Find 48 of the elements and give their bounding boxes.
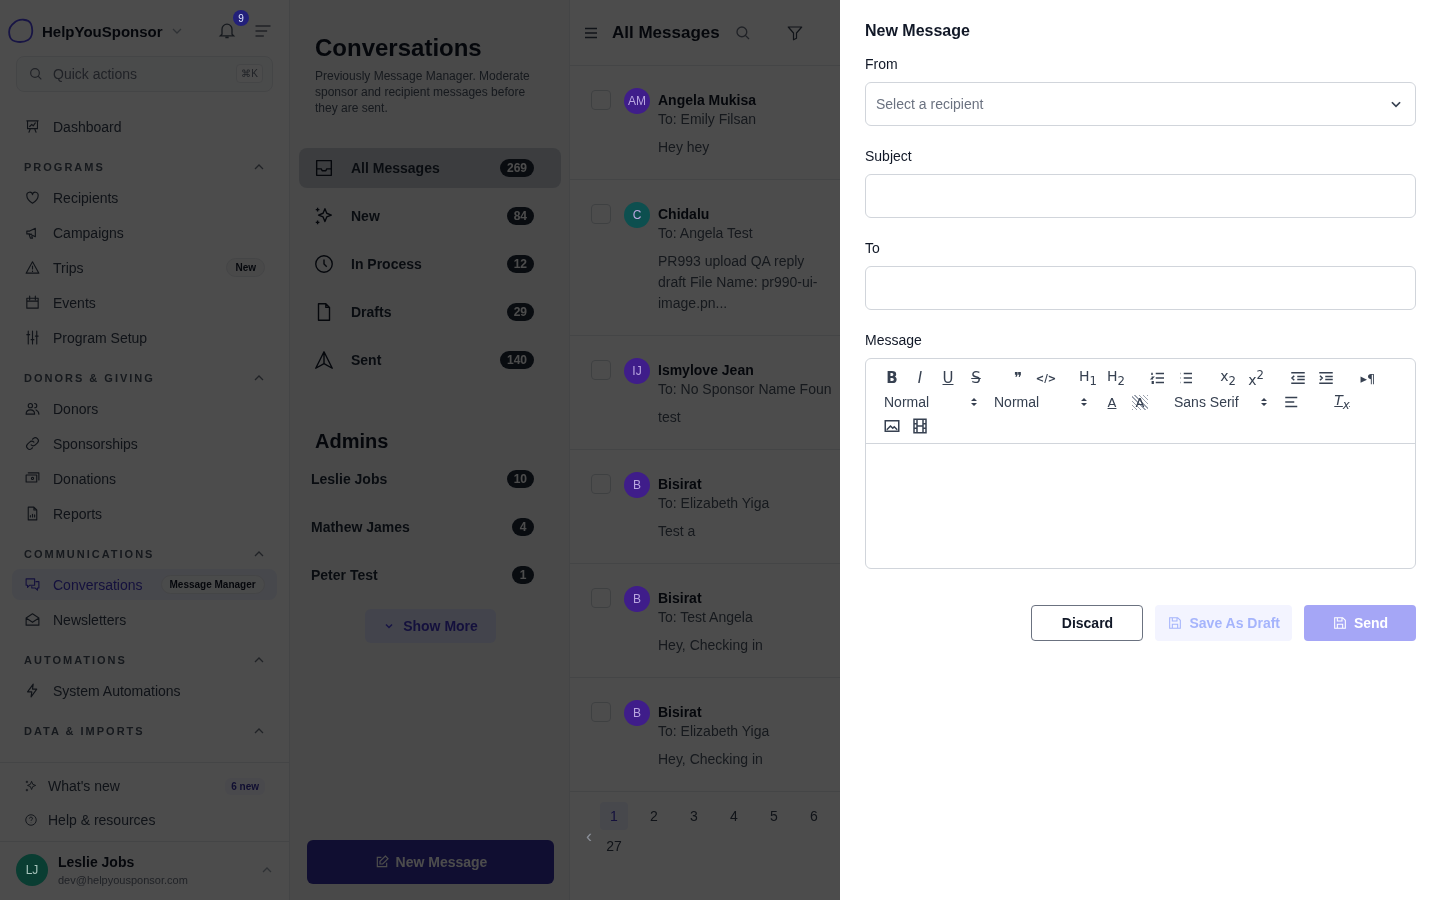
admin-name[interactable]: Peter Test [311,567,378,583]
bold-icon[interactable]: B [878,369,906,387]
subscript-icon[interactable]: x$_{2}$ [1214,368,1242,388]
text-direction-icon[interactable]: ▸¶ [1354,370,1382,386]
field-label: From [865,56,899,72]
indent-icon[interactable] [1317,369,1335,387]
subject-field[interactable] [865,174,1416,218]
discard-button[interactable]: Discard [1031,605,1144,641]
superscript-icon[interactable]: x$^{2}$ [1242,368,1270,388]
list-title: All Messages [612,22,720,43]
field-label: Message [865,332,923,348]
to-field[interactable] [865,266,1416,310]
format-dropdown[interactable]: Normal [878,394,988,410]
background-color-icon[interactable]: A [1132,394,1148,410]
quote-icon[interactable]: ❞ [1004,369,1032,387]
code-icon[interactable]: </> [1032,372,1060,384]
heading-two-icon[interactable]: H$_{2}$ [1102,368,1130,388]
panel-title: Conversations [315,34,483,62]
recipient-select[interactable]: Select a recipient [865,82,1416,126]
image-icon[interactable] [883,417,901,435]
section-title: Admins [315,430,390,453]
field-label: Subject [865,148,913,164]
strikethrough-icon[interactable]: S [962,369,990,387]
sender-name: Bisirat [658,703,703,721]
sender-name: Bisirat [658,475,703,493]
up-down-arrows-icon [1080,396,1088,408]
italic-icon[interactable]: I [906,369,934,387]
underline-icon[interactable]: U [934,369,962,387]
sender-name: Chidalu [658,205,711,223]
heading-one-icon[interactable]: H$_{1}$ [1074,368,1102,388]
outdent-icon[interactable] [1289,369,1307,387]
admin-name[interactable]: Mathew James [311,519,410,535]
format-dropdown[interactable]: Normal [988,394,1098,410]
field-label: To [865,240,881,256]
clear-format-icon[interactable]: T$_{x}$ [1328,392,1356,412]
text-color-icon[interactable]: A [1098,394,1126,410]
up-down-arrows-icon [970,396,978,408]
drawer-title: New Message [865,22,971,40]
user-name: Leslie Jobs [58,854,136,870]
sender-name: Ismylove Jean [658,361,755,379]
sender-name: Bisirat [658,589,703,607]
sender-name: Angela Mukisa [658,91,758,109]
brand-name: HelpYouSponsor [42,22,163,40]
message-editor[interactable]: B I U S ❞ </> H$_{1}$ H$_{2}$ x$_{2}$ x$^{2}$ ▸¶ Normal Normal A A Sans Serif T$_{x}$ [865,358,1416,569]
format-dropdown[interactable]: Sans Serif [1168,394,1278,410]
admin-name[interactable]: Leslie Jobs [311,471,388,487]
film-icon[interactable] [911,417,929,435]
up-down-arrows-icon [1260,396,1268,408]
